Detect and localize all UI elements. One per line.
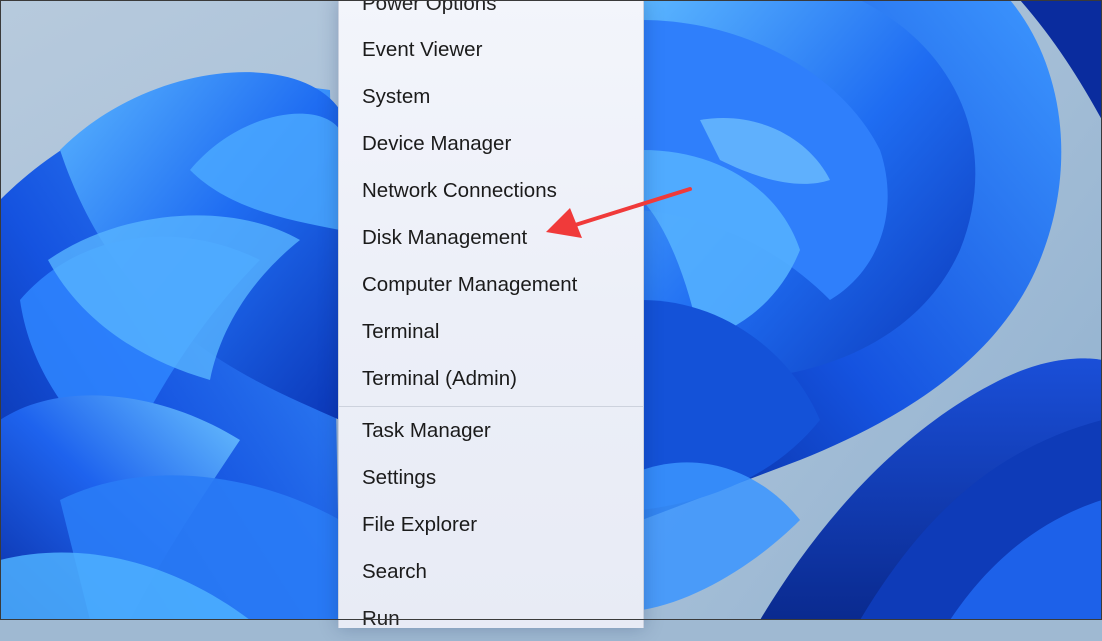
arrow-shaft [570,187,692,228]
menu-item-power-options[interactable]: Power Options [339,0,643,26]
menu-item-search[interactable]: Search [339,550,643,594]
menu-item-system[interactable]: System [339,75,643,119]
menu-item-file-explorer[interactable]: File Explorer [339,503,643,547]
menu-item-task-manager[interactable]: Task Manager [339,409,643,453]
annotation-arrow [546,187,692,238]
menu-divider [339,406,643,407]
menu-item-run[interactable]: Run [339,597,643,641]
menu-item-computer-management[interactable]: Computer Management [339,263,643,307]
winx-context-menu: Power Options Event Viewer System Device… [338,0,644,630]
menu-item-event-viewer[interactable]: Event Viewer [339,28,643,72]
menu-item-terminal-admin[interactable]: Terminal (Admin) [339,357,643,401]
menu-item-settings[interactable]: Settings [339,456,643,500]
menu-item-device-manager[interactable]: Device Manager [339,122,643,166]
menu-item-terminal[interactable]: Terminal [339,310,643,354]
